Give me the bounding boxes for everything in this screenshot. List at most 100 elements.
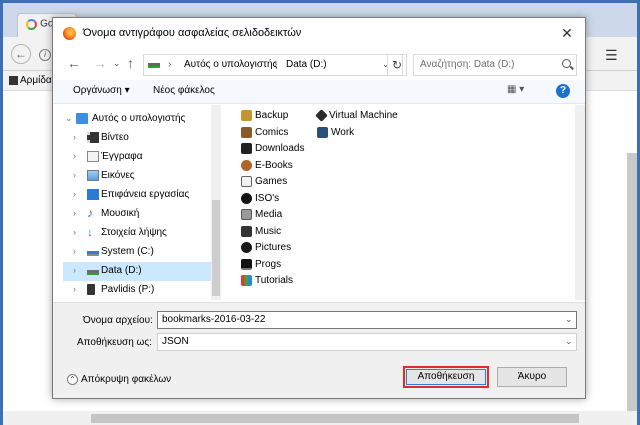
new-folder-button[interactable]: Νέος φάκελος (153, 85, 215, 96)
save-button[interactable]: Αποθήκευση (403, 366, 489, 388)
filename-input[interactable]: bookmarks-2016-03-22 ⌄ (157, 311, 577, 329)
downloads-folder-icon: ↓ (87, 225, 93, 239)
folder-item-progs[interactable]: Progs (241, 258, 281, 275)
folder-item-ebooks[interactable]: E-Books (241, 159, 293, 176)
file-list: Backup Comics Downloads E-Books Games IS… (223, 105, 573, 300)
tree-item-desktop[interactable]: › Επιφάνεια εργασίας (63, 186, 211, 205)
search-input[interactable]: Αναζήτηση: Data (D:) (413, 54, 577, 76)
folder-label: Music (255, 225, 282, 237)
save-dialog: Όνομα αντιγράφου ασφαλείας σελιδοδεικτών… (52, 17, 586, 399)
file-list-scrollbar[interactable] (575, 105, 585, 300)
folder-label: Games (255, 176, 288, 187)
expand-arrow-icon[interactable]: › (73, 189, 76, 199)
view-options-icon[interactable]: ▦ ▾ (507, 84, 535, 100)
navigation-pane-scroll-thumb[interactable] (212, 200, 220, 296)
folder-label: Virtual Machine (329, 110, 398, 121)
expand-arrow-icon[interactable]: › (73, 265, 76, 275)
tree-item-music[interactable]: › ♪ Μουσική (63, 205, 211, 224)
expand-arrow-icon[interactable]: › (73, 246, 76, 256)
network-drive-icon (87, 284, 95, 295)
breadcrumb-data-drive[interactable]: Data (D:) (286, 59, 327, 70)
address-bar[interactable]: › Αυτός ο υπολογιστής › Data (D:) ⌄ (143, 54, 403, 76)
folder-item-tutorials[interactable]: Tutorials (241, 275, 293, 291)
tree-item-label: Data (D:) (101, 265, 142, 276)
breadcrumb-separator-icon[interactable]: › (168, 59, 171, 70)
help-icon[interactable]: ? (556, 84, 570, 98)
expand-arrow-icon[interactable]: › (73, 151, 76, 161)
folder-item-isos[interactable]: ISO's (241, 192, 280, 209)
folder-label: ISO's (255, 192, 280, 204)
page-horizontal-scroll-thumb[interactable] (91, 414, 579, 423)
chevron-down-icon[interactable]: ⌄ (565, 336, 573, 347)
command-bar: Οργάνωση ▾ Νέος φάκελος ▦ ▾ ? (53, 80, 585, 104)
navigation-pane: ⌄ Αυτός ο υπολογιστής › Βίντεο › Έγγραφα… (63, 105, 211, 300)
folder-item-backup[interactable]: Backup (241, 110, 288, 126)
folder-item-comics[interactable]: Comics (241, 126, 288, 143)
folder-item-work[interactable]: Work (317, 126, 354, 143)
back-arrow-icon[interactable]: ← (11, 44, 31, 64)
info-icon[interactable]: i (39, 49, 51, 61)
back-icon[interactable]: ← (67, 55, 81, 71)
page-vertical-scrollbar[interactable] (627, 153, 637, 411)
pictures-folder-icon (87, 170, 99, 181)
tree-item-videos[interactable]: › Βίντεο (63, 129, 211, 148)
filename-value: bookmarks-2016-03-22 (162, 314, 266, 325)
tree-item-label: Έγγραφα (101, 151, 143, 162)
save-type-select[interactable]: JSON ⌄ (157, 333, 577, 351)
expand-arrow-icon[interactable]: › (73, 284, 76, 294)
google-icon (26, 18, 37, 30)
expand-arrow-icon[interactable]: › (73, 132, 76, 142)
bookmark-item[interactable]: Αρμίδα (9, 75, 52, 86)
folder-item-games[interactable]: Games (241, 176, 287, 192)
tree-item-downloads[interactable]: › ↓ Στοιχεία λήψης (63, 224, 211, 243)
dialog-navigation-bar: ← → ⌄ ↑ › Αυτός ο υπολογιστής › Data (D:… (53, 48, 585, 80)
tree-item-pictures[interactable]: › Εικόνες (63, 167, 211, 186)
hide-folders-toggle[interactable]: ⌃ Απόκρυψη φακέλων (67, 374, 171, 385)
page-horizontal-scrollbar[interactable] (3, 411, 637, 425)
expand-arrow-icon[interactable]: › (73, 208, 76, 218)
folder-item-media[interactable]: Media (241, 209, 282, 225)
tree-item-this-pc[interactable]: ⌄ Αυτός ο υπολογιστής (63, 110, 211, 129)
forward-icon[interactable]: → (93, 55, 107, 71)
virtual-machine-folder-icon (315, 109, 328, 122)
expand-arrow-icon[interactable]: › (73, 227, 76, 237)
close-button[interactable]: ✕ (557, 23, 577, 43)
folder-label: Media (255, 209, 283, 220)
tree-item-documents[interactable]: › Έγγραφα (63, 148, 211, 167)
refresh-icon[interactable]: ↻ (387, 54, 407, 76)
tree-item-label: System (C:) (101, 246, 154, 257)
cancel-button[interactable]: Άκυρο (497, 367, 567, 387)
organize-button[interactable]: Οργάνωση ▾ (73, 85, 130, 96)
navigation-pane-scrollbar[interactable] (211, 105, 221, 300)
folder-label: Tutorials (255, 275, 293, 286)
up-icon[interactable]: ↑ (127, 55, 134, 71)
tree-item-system-drive[interactable]: › System (C:) (63, 243, 211, 262)
folder-label: Pictures (255, 242, 292, 253)
tree-item-label: Επιφάνεια εργασίας (101, 189, 190, 200)
computer-icon (76, 113, 88, 124)
tree-item-label: Μουσική (101, 208, 140, 219)
save-options-panel: Όνομα αρχείου: bookmarks-2016-03-22 ⌄ Απ… (53, 302, 585, 398)
breadcrumb-separator-icon[interactable]: › (274, 59, 277, 70)
folder-item-downloads[interactable]: Downloads (241, 143, 304, 159)
expand-arrow-icon[interactable]: › (73, 170, 76, 180)
chevron-down-icon[interactable]: ⌄ (565, 314, 573, 325)
hide-folders-label: Απόκρυψη φακέλων (81, 374, 172, 386)
folder-label: Downloads (255, 143, 305, 154)
filename-label: Όνομα αρχείου: (83, 315, 153, 326)
media-folder-icon (241, 209, 252, 220)
tree-item-network-drive[interactable]: › Pavlidis (P:) (63, 281, 211, 300)
recent-locations-icon[interactable]: ⌄ (113, 58, 121, 69)
folder-item-music[interactable]: Music (241, 225, 282, 242)
browser-menu-icon[interactable]: ☰ (605, 47, 618, 64)
tree-item-data-drive[interactable]: › Data (D:) (63, 262, 211, 281)
downloads-folder-icon (241, 143, 252, 154)
folder-item-virtual-machine[interactable]: Virtual Machine (315, 109, 398, 126)
drive-icon (148, 63, 160, 68)
dialog-titlebar: Όνομα αντιγράφου ασφαλείας σελιδοδεικτών… (53, 18, 585, 48)
expand-arrow-icon[interactable]: ⌄ (65, 113, 73, 124)
tree-item-label: Στοιχεία λήψης (101, 227, 167, 238)
firefox-icon (63, 27, 76, 40)
breadcrumb-this-pc[interactable]: Αυτός ο υπολογιστής (184, 59, 277, 70)
folder-item-pictures[interactable]: Pictures (241, 242, 291, 258)
